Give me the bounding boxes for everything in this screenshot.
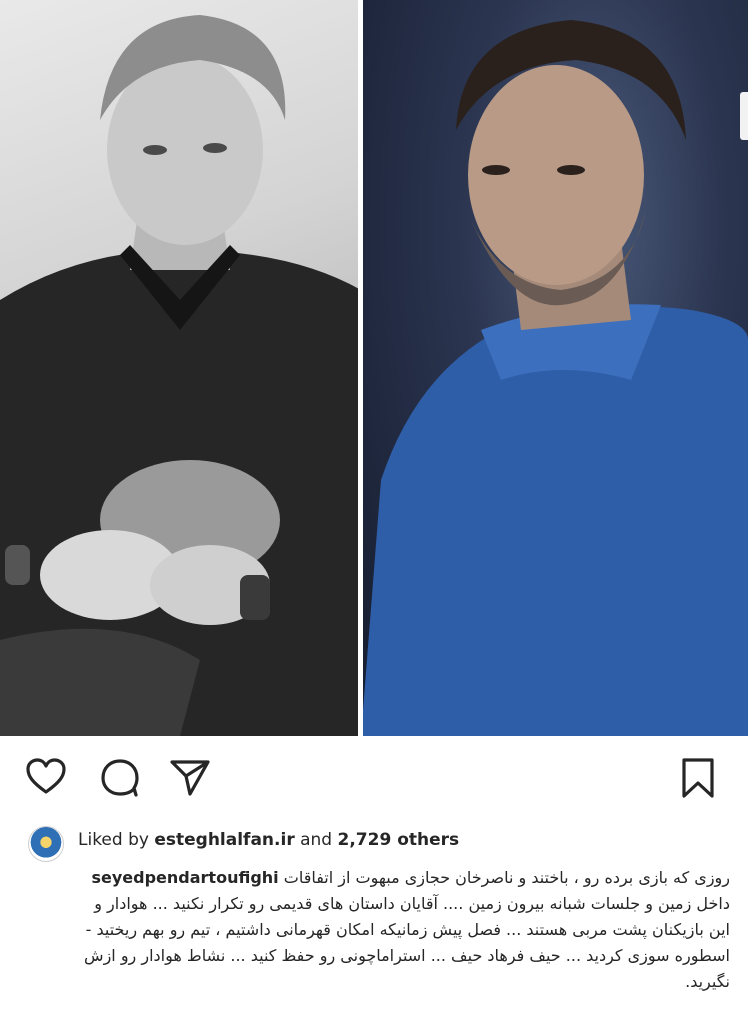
share-button[interactable] bbox=[168, 756, 212, 800]
likes-prefix: Liked by bbox=[78, 830, 149, 850]
likes-summary[interactable]: Liked by esteghlalfan.ir and 2,729 other… bbox=[78, 830, 459, 850]
post-image[interactable] bbox=[0, 0, 748, 736]
liker-username[interactable]: esteghlalfan.ir bbox=[154, 830, 294, 850]
like-button[interactable] bbox=[24, 756, 68, 800]
comment-button[interactable] bbox=[98, 756, 142, 800]
likes-conjunction: and bbox=[300, 830, 333, 850]
edge-tab bbox=[740, 92, 748, 140]
action-bar bbox=[0, 736, 748, 820]
right-portrait-photo bbox=[361, 0, 748, 736]
caption-line-1: روزی که بازی برده رو ، باختند و ناصرخان … bbox=[91, 866, 730, 890]
photo-divider bbox=[358, 0, 363, 736]
bookmark-icon bbox=[682, 758, 714, 798]
likes-count[interactable]: 2,729 others bbox=[338, 830, 460, 850]
left-portrait-photo bbox=[0, 0, 361, 736]
paper-plane-icon bbox=[170, 760, 210, 796]
post-caption: روزی که بازی برده رو ، باختند و ناصرخان … bbox=[20, 866, 730, 1006]
likes-row: Liked by esteghlalfan.ir and 2,729 other… bbox=[0, 820, 748, 866]
caption-line-1-text: روزی که بازی برده رو ، باختند و ناصرخان … bbox=[283, 868, 730, 887]
save-button[interactable] bbox=[676, 756, 720, 800]
caption-line-5: نگیرید. bbox=[685, 972, 730, 991]
caption-username[interactable]: seyedpendartoufighi bbox=[91, 868, 278, 887]
caption-line-4: اسطوره سوزی کردید ... حیف فرهاد حیف ... … bbox=[84, 946, 730, 965]
heart-icon bbox=[26, 758, 66, 794]
caption-line-2: داخل زمین و جلسات شبانه بیرون زمین .... … bbox=[94, 894, 730, 913]
liker-avatar[interactable] bbox=[28, 826, 64, 862]
comment-bubble-icon bbox=[101, 759, 139, 797]
caption-line-3: این بازیکنان پشت مربی هستند ... فصل پیش … bbox=[85, 920, 730, 939]
